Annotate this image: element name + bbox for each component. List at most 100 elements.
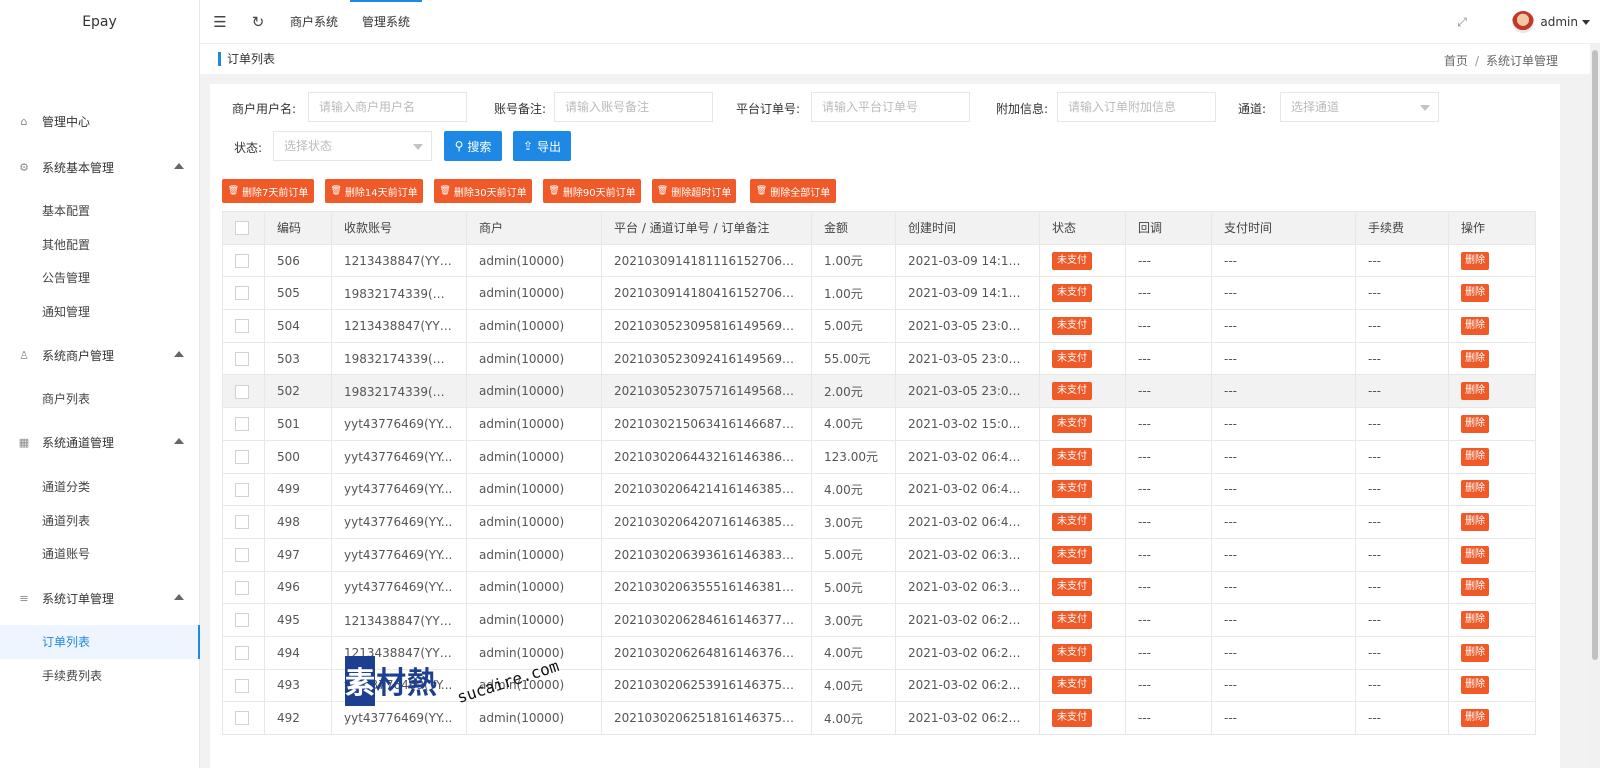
delete-row-button[interactable]: 删除 <box>1461 251 1489 270</box>
delete-orders-button-2[interactable]: 🗑 删除30天前订单 <box>434 179 532 203</box>
sidebar-item-2-0[interactable]: 商户列表 <box>0 382 200 416</box>
col-header-callback[interactable]: 回调 <box>1125 211 1212 245</box>
delete-orders-button-0[interactable]: 🗑 删除7天前订单 <box>222 179 314 203</box>
sidebar-item-1-3[interactable]: 通知管理 <box>0 295 200 329</box>
user-menu[interactable]: admin <box>1512 10 1590 34</box>
delete-row-button[interactable]: 删除 <box>1461 709 1489 728</box>
table-row[interactable]: 502 19832174339(Q币... admin(10000) 20210305… <box>222 374 1536 409</box>
table-row[interactable]: 505 19832174339(Q币... admin(10000) 20210309… <box>222 276 1536 311</box>
cell-order: 20210302064432161463867277... <box>601 439 812 474</box>
row-checkbox[interactable] <box>235 417 249 432</box>
delete-row-button[interactable]: 删除 <box>1461 414 1489 433</box>
cell-created: 2021-03-02 06:44:33 <box>895 439 1040 474</box>
col-header-merchant[interactable]: 商户 <box>466 211 602 245</box>
row-checkbox[interactable] <box>235 646 249 661</box>
merchant-user-input[interactable] <box>308 92 467 122</box>
status-badge: 未支付 <box>1052 414 1092 433</box>
sidebar-group-2[interactable]: ♙ 系统商户管理 <box>0 338 200 372</box>
account-note-input[interactable] <box>554 92 713 122</box>
sidebar-group-0[interactable]: ⌂ 管理中心 <box>0 104 200 138</box>
col-header-id[interactable]: 编码 <box>264 211 332 245</box>
col-header-status[interactable]: 状态 <box>1039 211 1126 245</box>
delete-row-button[interactable]: 删除 <box>1461 676 1489 695</box>
col-header-amount[interactable]: 金额 <box>811 211 896 245</box>
delete-row-button[interactable]: 删除 <box>1461 349 1489 368</box>
sidebar-group-4[interactable]: ≡ 系统订单管理 <box>0 581 200 615</box>
status-badge: 未支付 <box>1052 480 1092 499</box>
table-row[interactable]: 494 1213438847(YY直... admin(10000) 20210302… <box>222 635 1536 670</box>
export-button[interactable]: ⇪ 导出 <box>513 131 571 161</box>
platform-order-input[interactable] <box>811 92 970 122</box>
table-row[interactable]: 504 1213438847(YY直... admin(10000) 20210305… <box>222 309 1536 343</box>
row-checkbox[interactable] <box>235 547 249 562</box>
table-row[interactable]: 498 yyt43776469(YY... admin(10000) 20210302… <box>222 505 1536 539</box>
row-checkbox[interactable] <box>235 678 249 693</box>
row-checkbox[interactable] <box>235 449 249 464</box>
row-checkbox[interactable] <box>235 253 249 268</box>
delete-row-button[interactable]: 删除 <box>1461 611 1489 630</box>
extra-info-input[interactable] <box>1057 92 1216 122</box>
delete-row-button[interactable]: 删除 <box>1461 447 1489 466</box>
sidebar-item-1-1[interactable]: 其他配置 <box>0 228 200 262</box>
menu-collapse-icon[interactable]: ☰ <box>210 12 230 32</box>
sidebar-item-4-0[interactable]: 订单列表 <box>0 625 200 659</box>
row-checkbox[interactable] <box>235 515 249 530</box>
row-checkbox[interactable] <box>235 384 249 399</box>
table-row[interactable]: 497 yyt43776469(YY... admin(10000) 20210302… <box>222 537 1536 572</box>
status-select[interactable] <box>273 131 432 161</box>
search-button[interactable]: ⚲ 搜索 <box>444 131 502 161</box>
refresh-icon[interactable]: ↻ <box>248 12 268 32</box>
table-row[interactable]: 496 yyt43776469(YY... admin(10000) 20210302… <box>222 570 1536 605</box>
delete-row-button[interactable]: 删除 <box>1461 480 1489 499</box>
sidebar-item-3-1[interactable]: 通道列表 <box>0 504 200 538</box>
delete-row-button[interactable]: 删除 <box>1461 513 1489 532</box>
row-checkbox[interactable] <box>235 613 249 628</box>
table-row[interactable]: 506 1213438847(YY直... admin(10000) 20210309… <box>222 243 1536 278</box>
select-all-checkbox[interactable] <box>235 221 249 236</box>
delete-orders-button-3[interactable]: 🗑 删除90天前订单 <box>543 179 641 203</box>
nav-link-merchant-system[interactable]: 商户系统 <box>290 0 338 44</box>
delete-row-button[interactable]: 删除 <box>1461 545 1489 564</box>
row-checkbox[interactable] <box>235 286 249 301</box>
fullscreen-icon[interactable]: ⤢ <box>1452 12 1472 32</box>
table-row[interactable]: 499 yyt43776469(YY... admin(10000) 20210302… <box>222 472 1536 507</box>
table-row[interactable]: 492 yyt43776469(YY... admin(10000) 20210302… <box>222 701 1536 735</box>
table-row[interactable]: 495 1213438847(YY直... admin(10000) 20210302… <box>222 603 1536 637</box>
sidebar-item-3-2[interactable]: 通道账号 <box>0 537 200 571</box>
table-row[interactable]: 503 19832174339(Q币... admin(10000) 20210305… <box>222 341 1536 376</box>
delete-row-button[interactable]: 删除 <box>1461 578 1489 597</box>
row-checkbox[interactable] <box>235 351 249 366</box>
page-scrollbar[interactable] <box>1590 44 1600 768</box>
table-row[interactable]: 501 yyt43776469(YY... admin(10000) 20210302… <box>222 407 1536 441</box>
sidebar-item-3-0[interactable]: 通道分类 <box>0 470 200 504</box>
row-checkbox[interactable] <box>235 319 249 334</box>
sidebar-item-4-1[interactable]: 手续费列表 <box>0 659 200 693</box>
sidebar-item-1-0[interactable]: 基本配置 <box>0 194 200 228</box>
app-logo[interactable]: Epay <box>0 0 199 44</box>
channel-select[interactable] <box>1280 92 1439 122</box>
row-checkbox[interactable] <box>235 580 249 595</box>
sidebar-item-1-2[interactable]: 公告管理 <box>0 261 200 295</box>
col-header-account[interactable]: 收款账号 <box>331 211 467 245</box>
delete-row-button[interactable]: 删除 <box>1461 284 1489 303</box>
cell-callback: --- <box>1125 635 1212 670</box>
sidebar-group-3[interactable]: ▦ 系统通道管理 <box>0 425 200 459</box>
delete-orders-button-1[interactable]: 🗑 删除14天前订单 <box>325 179 423 203</box>
col-header-created[interactable]: 创建时间 <box>895 211 1040 245</box>
col-header-fee[interactable]: 手续费 <box>1355 211 1449 245</box>
col-header-order[interactable]: 平台 / 通道订单号 / 订单备注 <box>601 211 812 245</box>
nav-link-admin-system[interactable]: 管理系统 <box>349 0 423 44</box>
sidebar-group-1[interactable]: ⚙ 系统基本管理 <box>0 150 200 184</box>
delete-row-button[interactable]: 删除 <box>1461 643 1489 662</box>
col-header-paid-time[interactable]: 支付时间 <box>1211 211 1356 245</box>
delete-row-button[interactable]: 删除 <box>1461 382 1489 401</box>
delete-row-button[interactable]: 删除 <box>1461 316 1489 335</box>
table-row[interactable]: 500 yyt43776469(YY... admin(10000) 20210302… <box>222 439 1536 474</box>
delete-orders-button-4[interactable]: 🗑 删除超时订单 <box>652 179 736 203</box>
table-row[interactable]: 493 yyt43776469(YY... admin(10000) 20210302… <box>222 668 1536 703</box>
breadcrumb-home[interactable]: 首页 <box>1444 54 1468 68</box>
delete-orders-button-5[interactable]: 🗑 删除全部订单 <box>750 179 836 203</box>
row-checkbox[interactable] <box>235 482 249 497</box>
row-checkbox[interactable] <box>235 711 249 726</box>
scrollbar-thumb[interactable] <box>1592 50 1598 660</box>
